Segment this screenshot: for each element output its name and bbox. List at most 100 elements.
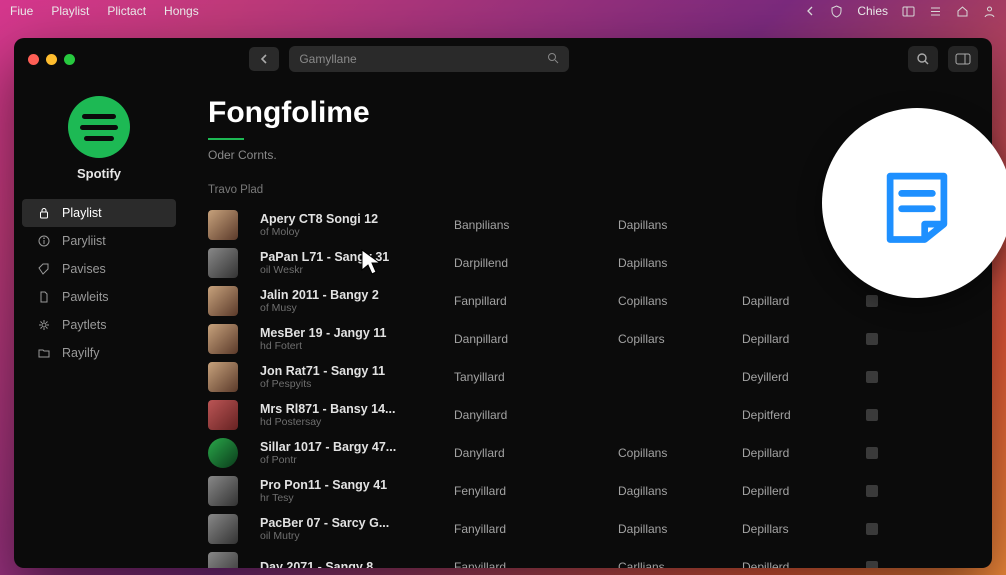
track-check[interactable] bbox=[866, 295, 878, 307]
menu-item[interactable]: Plictact bbox=[107, 4, 146, 18]
sidebar-item-pavises[interactable]: Pavises bbox=[22, 255, 176, 283]
menu-item[interactable]: Playlist bbox=[51, 4, 89, 18]
track-check[interactable] bbox=[866, 561, 878, 568]
track-col-2: Copillans bbox=[618, 294, 728, 308]
track-thumb bbox=[208, 476, 238, 506]
track-name: Jon Rat71 - Sangy 11 bbox=[260, 364, 440, 378]
track-artist: of Pontr bbox=[260, 454, 440, 466]
track-col-2: Carllians bbox=[618, 560, 728, 568]
track-col-1: Darpillend bbox=[454, 256, 604, 270]
track-col-2: Dapillans bbox=[618, 256, 728, 270]
track-thumb bbox=[208, 286, 238, 316]
track-artist: oil Weskr bbox=[260, 264, 440, 276]
track-col-1: Danyillard bbox=[454, 408, 604, 422]
panel-toggle-button[interactable] bbox=[948, 46, 978, 72]
menu-item[interactable]: Hongs bbox=[164, 4, 199, 18]
person-icon[interactable] bbox=[983, 5, 996, 18]
track-name: Apery CT8 Songi 12 bbox=[260, 212, 440, 226]
spotify-logo-icon[interactable] bbox=[68, 96, 130, 158]
sidebar-item-paytlets[interactable]: Paytlets bbox=[22, 311, 176, 339]
track-col-3: Depillars bbox=[742, 522, 852, 536]
page-title: Fongfolime bbox=[208, 96, 968, 130]
sidebar-item-label: Playlist bbox=[62, 206, 102, 220]
tag-icon bbox=[38, 263, 52, 275]
sidebar-item-label: Pawleits bbox=[62, 290, 109, 304]
search-button[interactable] bbox=[908, 46, 938, 72]
track-thumb bbox=[208, 248, 238, 278]
track-title-cell: Jalin 2011 - Bangy 2of Musy bbox=[260, 288, 440, 314]
track-col-3: Depillerd bbox=[742, 484, 852, 498]
track-name: MesBer 19 - Jangy 11 bbox=[260, 326, 440, 340]
track-row[interactable]: Mrs Rl871 - Bansy 14...hd Postersay Danyi… bbox=[208, 396, 968, 434]
titlebar: Gamyllane bbox=[14, 38, 992, 80]
sidebar-item-playlist[interactable]: Playlist bbox=[22, 199, 176, 227]
sidebar-item-paryliist[interactable]: Paryliist bbox=[22, 227, 176, 255]
track-check[interactable] bbox=[866, 409, 878, 421]
track-row[interactable]: Jon Rat71 - Sangy 11of PespyitsTanyillar… bbox=[208, 358, 968, 396]
track-row[interactable]: Jalin 2011 - Bangy 2of Musy Fanpillard Cop… bbox=[208, 282, 968, 320]
chevron-left-icon[interactable] bbox=[804, 5, 816, 17]
track-col-1: Banpilians bbox=[454, 218, 604, 232]
sidebar-item-label: Pavises bbox=[62, 262, 106, 276]
document-badge[interactable] bbox=[822, 108, 1006, 298]
track-col-3: Deyillerd bbox=[742, 370, 852, 384]
track-row[interactable]: Pro Pon11 - Sangy 41hr TesyFenyillardDag… bbox=[208, 472, 968, 510]
track-name: Mrs Rl871 - Bansy 14... bbox=[260, 402, 440, 416]
track-col-1: Fenyillard bbox=[454, 484, 604, 498]
track-col-3: Depitferd bbox=[742, 408, 852, 422]
search-field[interactable]: Gamyllane bbox=[289, 46, 569, 72]
track-artist: oil Mutry bbox=[260, 530, 440, 542]
traffic-lights bbox=[28, 54, 75, 65]
track-name: PaPan L71 - Sangy 31 bbox=[260, 250, 440, 264]
app-window: Gamyllane Spotify PlaylistParyliis bbox=[14, 38, 992, 568]
gear-icon bbox=[38, 319, 52, 331]
track-col-3: Dapillard bbox=[742, 294, 852, 308]
track-col-2: Copillars bbox=[618, 332, 728, 346]
minimize-window-button[interactable] bbox=[46, 54, 57, 65]
track-row[interactable]: Day 2071 - Sangy 8...FanyillardCarllians… bbox=[208, 548, 968, 568]
track-title-cell: Mrs Rl871 - Bansy 14...hd Postersay bbox=[260, 402, 440, 428]
maximize-window-button[interactable] bbox=[64, 54, 75, 65]
panel-icon[interactable] bbox=[902, 6, 915, 17]
track-row[interactable]: PacBer 07 - Sarcy G...oil MutryFanyillar… bbox=[208, 510, 968, 548]
track-col-3: Depillard bbox=[742, 332, 852, 346]
track-col-2: Dapillans bbox=[618, 218, 728, 232]
track-artist: of Moloy bbox=[260, 226, 440, 238]
sidebar-item-label: Rayilfy bbox=[62, 346, 100, 360]
sidebar-item-pawleits[interactable]: Pawleits bbox=[22, 283, 176, 311]
track-name: Day 2071 - Sangy 8... bbox=[260, 560, 440, 568]
track-thumb bbox=[208, 438, 238, 468]
track-artist: hd Fotert bbox=[260, 340, 440, 352]
track-title-cell: Pro Pon11 - Sangy 41hr Tesy bbox=[260, 478, 440, 504]
sidebar-item-label: Paryliist bbox=[62, 234, 106, 248]
back-button[interactable] bbox=[249, 47, 279, 71]
menubar-text: Chies bbox=[857, 4, 888, 18]
track-col-1: Danpillard bbox=[454, 332, 604, 346]
search-text: Gamyllane bbox=[299, 52, 356, 66]
list-icon[interactable] bbox=[929, 6, 942, 17]
menu-item[interactable]: Fiue bbox=[10, 4, 33, 18]
track-row[interactable]: Sillar 1017 - Bargy 47...of PontrDanylla… bbox=[208, 434, 968, 472]
track-col-1: Fanpillard bbox=[454, 294, 604, 308]
track-artist: hd Postersay bbox=[260, 416, 440, 428]
track-thumb bbox=[208, 400, 238, 430]
track-title-cell: MesBer 19 - Jangy 11hd Fotert bbox=[260, 326, 440, 352]
track-check[interactable] bbox=[866, 485, 878, 497]
track-check[interactable] bbox=[866, 447, 878, 459]
app-name-label: Spotify bbox=[77, 166, 121, 181]
title-underline bbox=[208, 138, 244, 140]
track-check[interactable] bbox=[866, 371, 878, 383]
sidebar-item-rayilfy[interactable]: Rayilfy bbox=[22, 339, 176, 367]
track-check[interactable] bbox=[866, 333, 878, 345]
track-row[interactable]: MesBer 19 - Jangy 11hd Fotert Danpillard C… bbox=[208, 320, 968, 358]
close-window-button[interactable] bbox=[28, 54, 39, 65]
track-thumb bbox=[208, 552, 238, 568]
shield-icon[interactable] bbox=[830, 5, 843, 18]
track-col-3: Depillerd bbox=[742, 560, 852, 568]
track-col-1: Tanyillard bbox=[454, 370, 604, 384]
macos-menubar: Fiue Playlist Plictact Hongs Chies bbox=[0, 0, 1006, 22]
track-check[interactable] bbox=[866, 523, 878, 535]
track-artist: hr Tesy bbox=[260, 492, 440, 504]
track-title-cell: PaPan L71 - Sangy 31oil Weskr bbox=[260, 250, 440, 276]
home-icon[interactable] bbox=[956, 5, 969, 18]
